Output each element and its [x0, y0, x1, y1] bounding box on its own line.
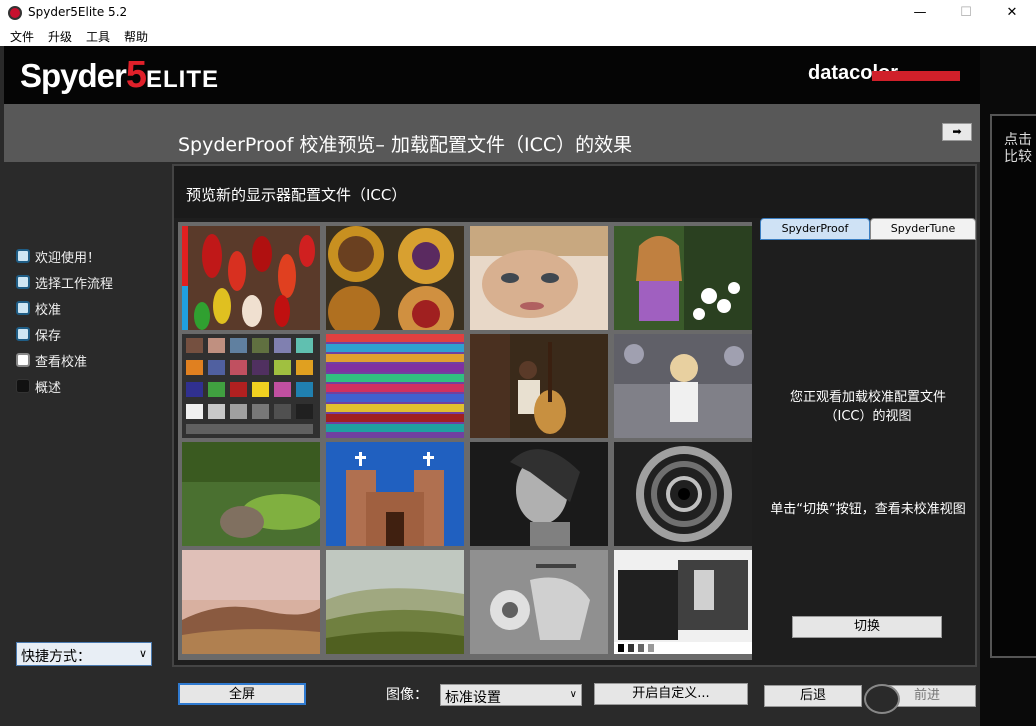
sidebar-item-label: 校准 [35, 303, 62, 318]
menu-help[interactable]: 帮助 [124, 28, 148, 45]
step-current-icon [16, 353, 30, 367]
image-grid [178, 222, 752, 660]
sidebar-item-label: 保存 [35, 329, 62, 344]
spyder-logo: Spyder5ELITE [20, 54, 219, 97]
logo-main: Spyder [20, 57, 127, 94]
close-button[interactable]: ✕ [989, 0, 1035, 26]
app-icon [8, 6, 22, 20]
thumbnail-spiral-staircase[interactable] [614, 442, 752, 546]
sidebar-item-summary[interactable]: 概述 [16, 376, 166, 396]
tab-spydertune[interactable]: SpyderTune [870, 218, 976, 240]
step-pending-icon [16, 379, 30, 393]
tab-spyderproof[interactable]: SpyderProof [760, 218, 870, 240]
compare-text-line2: 比较 [1004, 149, 1032, 165]
sidebar-item-view-calibration[interactable]: 查看校准 [16, 350, 166, 370]
compare-text: 点击 比较 [1004, 132, 1036, 166]
fullscreen-button[interactable]: 全屏 [178, 683, 306, 705]
sidebar-item-label: 选择工作流程 [35, 277, 114, 292]
logo-number: 5 [125, 54, 147, 96]
image-select[interactable]: 标准设置 ∨ [440, 684, 582, 706]
preview-header: 预览新的显示器配置文件（ICC） [174, 166, 975, 218]
thumbnail-tuscany-hills[interactable] [326, 550, 464, 654]
sidebar-item-label: 欢迎使用！ [35, 251, 101, 266]
expand-arrow-button[interactable]: ➡ [942, 123, 972, 141]
menu-upgrade[interactable]: 升级 [48, 28, 72, 45]
app-header: Spyder5ELITE datacolor [4, 46, 980, 104]
thumbnail-bw-test-chart[interactable] [614, 550, 752, 654]
window-title: Spyder5Elite 5.2 [28, 5, 128, 19]
sidebar: 欢迎使用！ 选择工作流程 校准 保存 查看校准 概述 [4, 162, 170, 674]
shortcut-dropdown[interactable]: 快捷方式： ∨ [16, 642, 152, 666]
compare-panel[interactable]: 点击 比较 [990, 114, 1036, 658]
thumbnail-painted-plates[interactable] [326, 226, 464, 330]
sidebar-item-workflow[interactable]: 选择工作流程 [16, 272, 166, 292]
menu-tools[interactable]: 工具 [86, 28, 110, 45]
thumbnail-cellist[interactable] [470, 334, 608, 438]
menu-file[interactable]: 文件 [10, 28, 34, 45]
thumbnail-chili-peppers[interactable] [182, 226, 320, 330]
custom-button[interactable]: 开启自定义... [594, 683, 748, 705]
thumbnail-woman-portrait[interactable] [470, 226, 608, 330]
thumbnail-color-checker[interactable] [182, 334, 320, 438]
minimize-button[interactable]: — [897, 0, 943, 26]
thumbnail-sunset-hills[interactable] [182, 550, 320, 654]
app-window: Spyder5Elite 5.2 — ☐ ✕ 文件 升级 工具 帮助 Spyde… [0, 0, 1036, 726]
title-bar: Spyder5Elite 5.2 — ☐ ✕ [0, 0, 1036, 26]
chevron-down-icon: ∨ [569, 689, 577, 700]
switch-instruction: 单击“切换”按钮，查看未校准视图 [770, 502, 966, 517]
preview-title: 预览新的显示器配置文件（ICC） [186, 186, 407, 204]
watermark-icon [864, 684, 900, 714]
sidebar-item-welcome[interactable]: 欢迎使用！ [16, 246, 166, 266]
thumbnail-girl-flowers[interactable] [614, 226, 752, 330]
thumbnail-textile-rolls[interactable] [326, 334, 464, 438]
thumbnail-bw-scooter[interactable] [470, 550, 608, 654]
calibrated-view-info: 您正观看加载校准配置文件（ICC）的视图 [789, 390, 946, 424]
page-banner: SpyderProof 校准预览– 加载配置文件（ICC）的效果 ➡ [4, 104, 980, 162]
thumbnail-bw-portrait[interactable] [470, 442, 608, 546]
brand-bar [872, 71, 960, 81]
shortcut-label: 快捷方式： [21, 649, 91, 665]
logo-suffix: ELITE [146, 66, 220, 93]
sidebar-item-label: 查看校准 [35, 355, 88, 370]
chevron-down-icon: ∨ [138, 647, 147, 660]
step-complete-icon [16, 249, 30, 263]
thumbnail-garden-urn[interactable] [182, 442, 320, 546]
image-label: 图像： [386, 687, 428, 703]
thumbnail-adobe-church[interactable] [326, 442, 464, 546]
back-button[interactable]: 后退 [764, 685, 862, 707]
step-complete-icon [16, 275, 30, 289]
compare-text-line1: 点击 [1004, 132, 1032, 148]
sidebar-item-label: 概述 [35, 381, 62, 396]
menu-bar: 文件 升级 工具 帮助 [0, 26, 1036, 46]
sidebar-item-save[interactable]: 保存 [16, 324, 166, 344]
image-select-value: 标准设置 [445, 690, 501, 706]
thumbnail-blonde-woman[interactable] [614, 334, 752, 438]
step-complete-icon [16, 301, 30, 315]
maximize-button[interactable]: ☐ [943, 0, 989, 26]
sidebar-item-calibrate[interactable]: 校准 [16, 298, 166, 318]
step-complete-icon [16, 327, 30, 341]
page-title: SpyderProof 校准预览– 加载配置文件（ICC）的效果 [178, 134, 633, 156]
switch-button[interactable]: 切换 [792, 616, 942, 638]
preview-panel: 预览新的显示器配置文件（ICC） SpyderProof SpyderTune … [172, 164, 977, 667]
